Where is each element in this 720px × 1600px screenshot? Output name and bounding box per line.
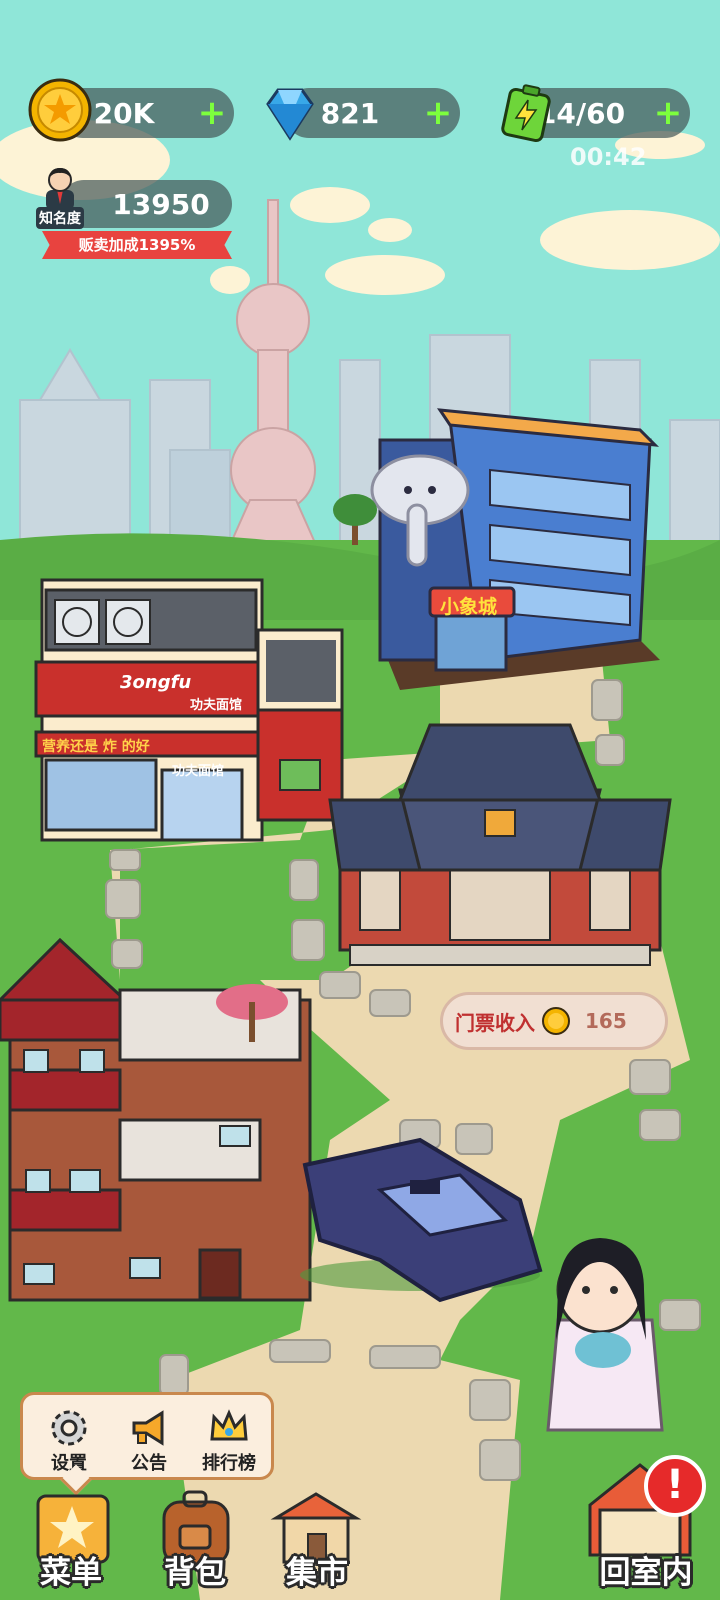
brick-house	[0, 937, 312, 1302]
add-coins-button[interactable]: +	[190, 96, 234, 130]
announcement-button[interactable]: 公告	[111, 1403, 187, 1477]
crown-icon	[210, 1409, 248, 1441]
menu-popup: 设置 公告 排行榜	[20, 1392, 274, 1496]
battery-icon	[501, 84, 551, 143]
fame-counter[interactable]: 13950	[60, 180, 232, 228]
ticket-income-label: 门票收入	[455, 1010, 535, 1035]
fame-label: 知名度	[36, 207, 84, 229]
mall-sign[interactable]: 小象城	[440, 592, 497, 619]
avatar	[46, 168, 74, 210]
market-label: 集市	[286, 1555, 348, 1591]
go-indoor-label: 回室内	[599, 1555, 693, 1591]
sales-bonus-banner: 贩卖加成1395%	[42, 231, 232, 259]
menu-label: 菜单	[40, 1555, 102, 1591]
leaderboard-label: 排行榜	[202, 1453, 256, 1474]
leaderboard-button[interactable]: 排行榜	[191, 1403, 267, 1477]
ticket-income-bubble[interactable]: 门票收入 165	[440, 992, 668, 1050]
market-button[interactable]: 集市	[262, 1480, 372, 1596]
add-energy-button[interactable]: +	[646, 96, 690, 130]
add-gems-button[interactable]: +	[416, 96, 460, 130]
coin-icon	[542, 1007, 570, 1035]
noodle-shop-slogan: 营养还是 炸 的好	[42, 739, 150, 755]
mall-building	[370, 408, 660, 690]
settings-button[interactable]: 设置	[31, 1403, 107, 1477]
noodle-shop-sign[interactable]: 功夫面馆	[190, 694, 242, 713]
bag-button[interactable]: 背包	[140, 1480, 250, 1596]
announcement-label: 公告	[131, 1453, 167, 1474]
energy-timer: 00:42	[570, 143, 647, 171]
noodle-shop-logo: 3ongfu	[120, 672, 192, 693]
noodle-shop-sign-lower: 功夫面馆	[172, 764, 225, 779]
coin-star-icon	[28, 78, 92, 142]
alert-badge: !	[644, 1455, 706, 1517]
megaphone-icon	[132, 1410, 164, 1446]
gear-icon	[51, 1410, 87, 1446]
bag-label: 背包	[164, 1555, 226, 1591]
ticket-income-amount: 165	[585, 1009, 627, 1033]
diamond-icon	[266, 88, 314, 141]
fame-value: 13950	[112, 187, 210, 221]
menu-button[interactable]: 菜单	[16, 1480, 126, 1596]
